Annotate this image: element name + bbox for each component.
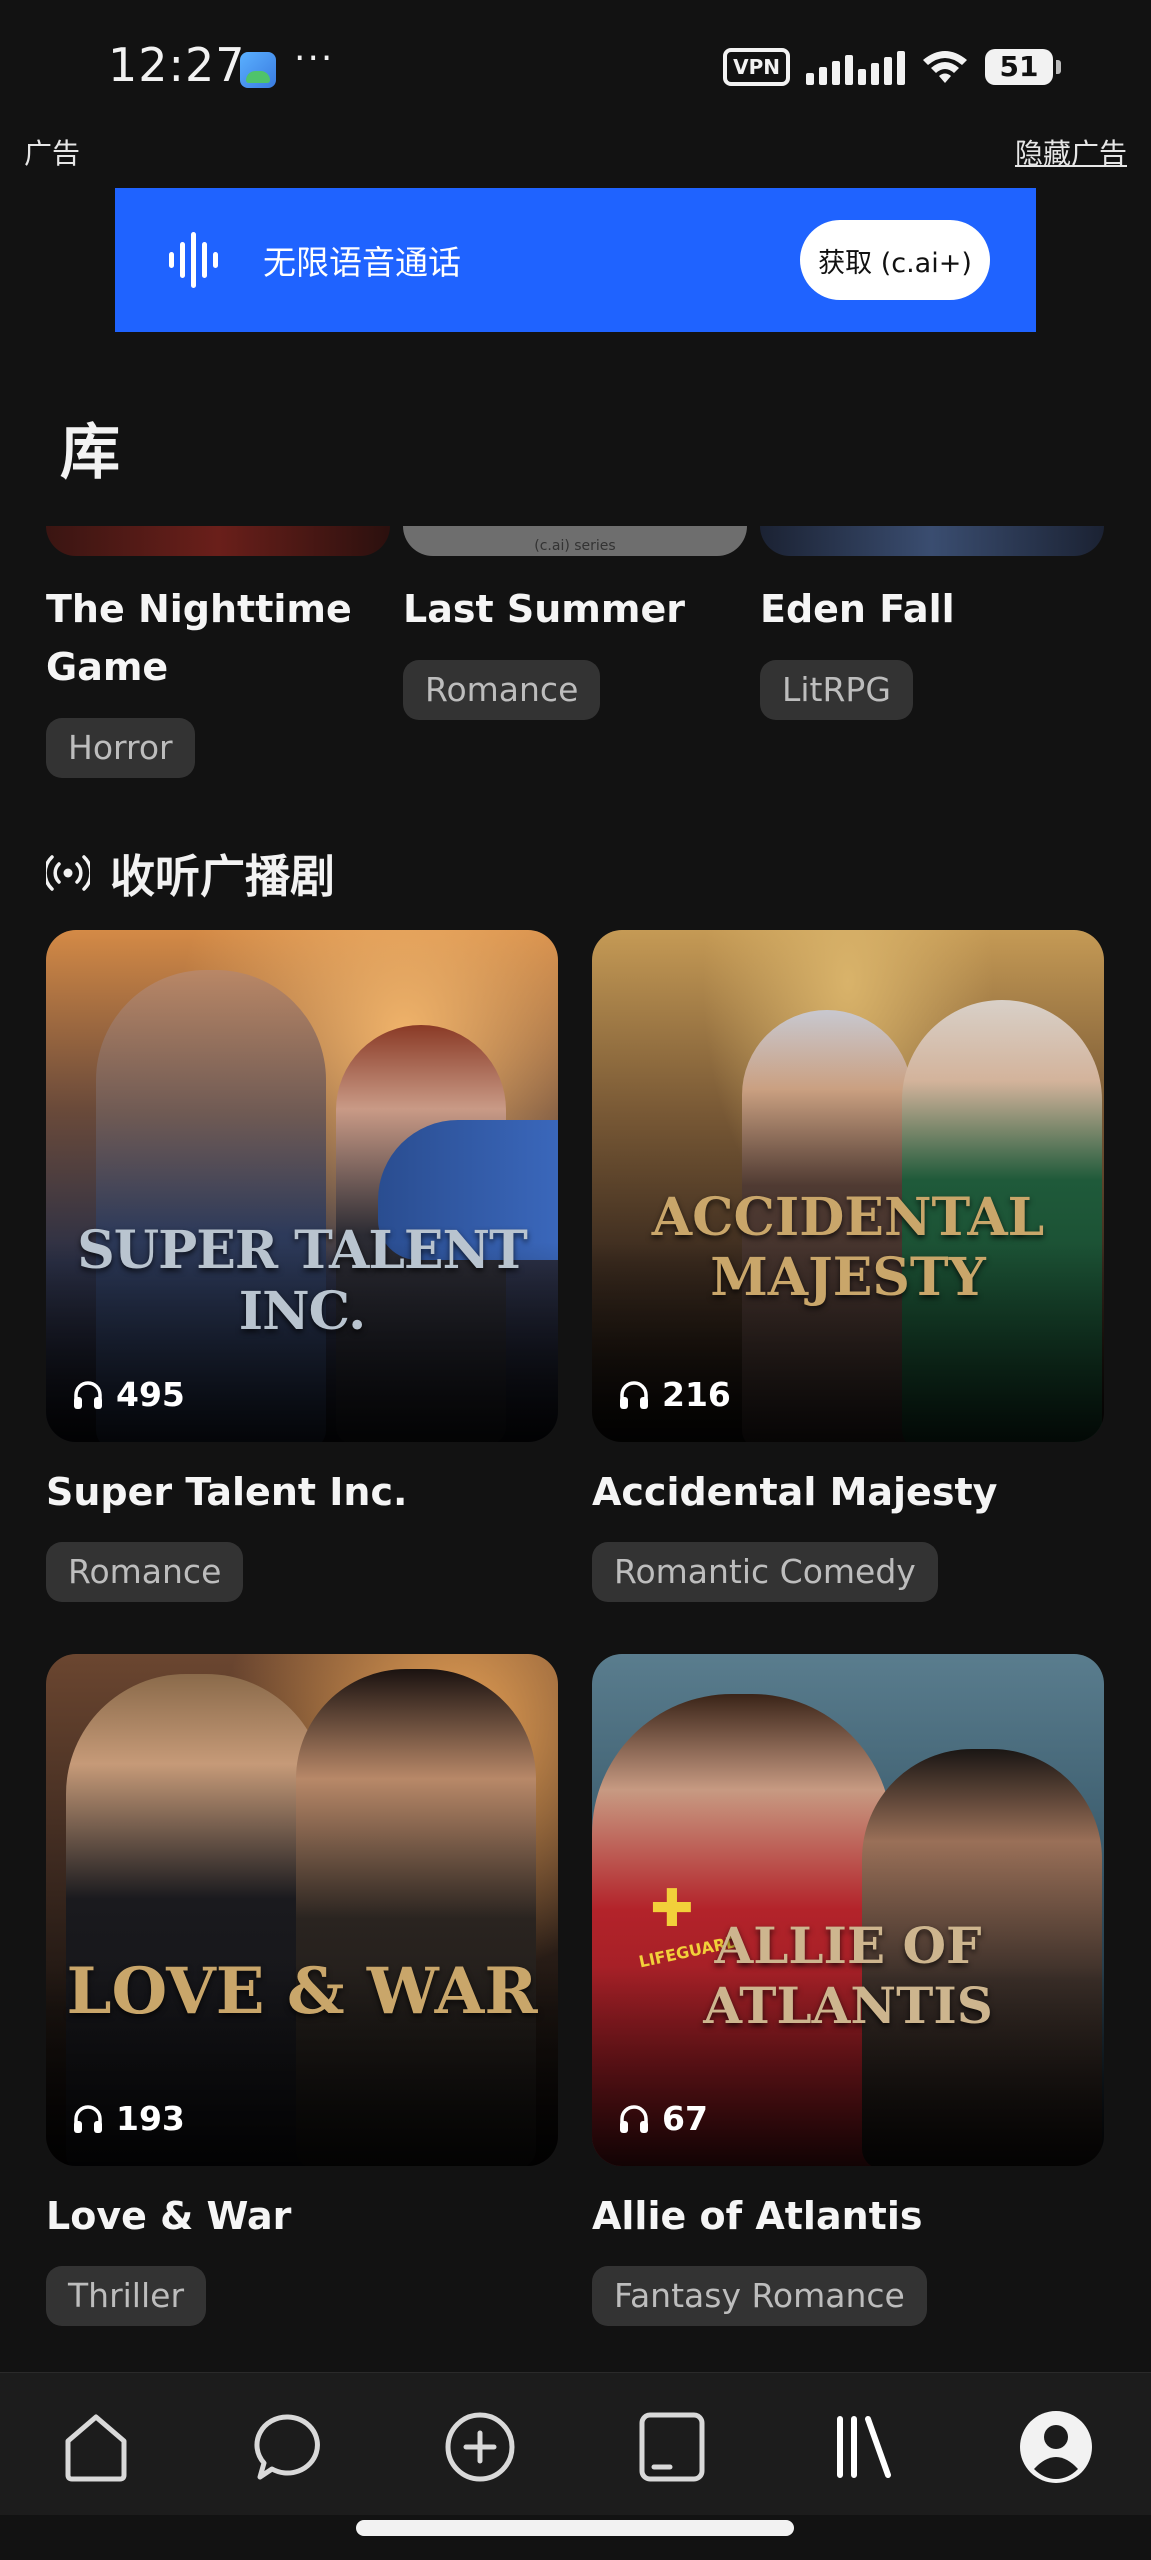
series-item[interactable]: Last Summer Romance	[403, 580, 733, 720]
drama-cover[interactable]: ACCIDENTAL MAJESTY 216	[592, 930, 1104, 1442]
cover-title-art: ACCIDENTAL MAJESTY	[651, 1187, 1045, 1308]
play-count-value: 193	[116, 2099, 185, 2138]
drama-card-love-and-war[interactable]: LOVE & WAR 193 Love & War Thriller	[46, 1654, 558, 2326]
section-title: 收听广播剧	[110, 850, 336, 903]
drama-cover[interactable]: LOVE & WAR 193	[46, 1654, 558, 2166]
drama-title: Love & War	[46, 2194, 292, 2238]
nav-create[interactable]	[442, 2409, 518, 2485]
nav-library[interactable]	[826, 2409, 902, 2485]
broadcast-icon	[46, 854, 90, 891]
genre-chip: Thriller	[46, 2266, 207, 2326]
headphones-icon	[74, 1380, 102, 1409]
ad-banner[interactable]: 无限语音通话 获取 (c.ai+)	[115, 188, 1036, 332]
drama-cover[interactable]: ✚ LIFEGUARD ALLIE OF ATLANTIS 67	[592, 1654, 1104, 2166]
more-notifications-icon: ···	[294, 38, 335, 79]
page-title: 库	[60, 418, 120, 488]
signal-icon	[806, 49, 905, 85]
genre-chip: LitRPG	[760, 660, 913, 720]
create-icon	[445, 2412, 515, 2482]
series-title: The Nighttime Game	[46, 587, 352, 689]
ad-label: 广告	[24, 137, 81, 170]
section-header: 收听广播剧	[46, 840, 335, 905]
profile-icon	[1020, 2411, 1092, 2483]
voice-wave-icon	[169, 232, 218, 288]
home-indicator[interactable]	[356, 2520, 794, 2536]
drama-card-accidental-majesty[interactable]: ACCIDENTAL MAJESTY 216 Accidental Majest…	[592, 930, 1104, 1602]
library-icon	[837, 2416, 891, 2478]
vpn-icon: VPN	[723, 48, 790, 86]
play-count: 67	[618, 2099, 708, 2138]
hide-ad-link[interactable]: 隐藏广告	[1015, 132, 1127, 172]
feed-icon	[639, 2412, 705, 2482]
series-title: Eden Fall	[760, 587, 955, 631]
status-bar: 12:27 ··· VPN 51	[0, 0, 1151, 130]
nav-home[interactable]	[58, 2409, 134, 2485]
ad-get-button[interactable]: 获取 (c.ai+)	[800, 220, 990, 300]
cover-title-art: SUPER TALENT INC.	[77, 1220, 528, 1342]
play-count: 216	[618, 1375, 731, 1414]
play-count: 193	[72, 2099, 185, 2138]
genre-chip: Romantic Comedy	[592, 1542, 938, 1602]
nav-chat[interactable]	[250, 2409, 326, 2485]
play-count-value: 495	[116, 1375, 185, 1414]
status-indicators: VPN 51	[723, 48, 1061, 86]
headphones-icon	[620, 2104, 648, 2133]
genre-chip: Romance	[46, 1542, 244, 1602]
nav-profile[interactable]	[1018, 2409, 1094, 2485]
play-count-value: 216	[662, 1375, 731, 1414]
bottom-nav	[0, 2372, 1151, 2515]
nav-feed[interactable]	[634, 2409, 710, 2485]
cover-the-nighttime-game[interactable]	[46, 526, 390, 556]
drama-card-allie-of-atlantis[interactable]: ✚ LIFEGUARD ALLIE OF ATLANTIS 67 Allie o…	[592, 1654, 1104, 2326]
drama-title: Super Talent Inc.	[46, 1470, 408, 1514]
drama-title: Allie of Atlantis	[592, 2194, 923, 2238]
ad-text: 无限语音通话	[263, 243, 461, 282]
gallery-app-icon	[240, 52, 276, 88]
wifi-icon	[923, 51, 967, 83]
home-icon	[65, 2414, 127, 2482]
cover-title-art: LOVE & WAR	[66, 1954, 538, 2029]
genre-chip: Horror	[46, 718, 195, 778]
headphones-icon	[74, 2104, 102, 2133]
cover-caption: (c.ai) series	[534, 538, 616, 554]
series-item[interactable]: Eden Fall LitRPG	[760, 580, 1090, 720]
drama-title: Accidental Majesty	[592, 1470, 998, 1514]
genre-chip: Romance	[403, 660, 601, 720]
chat-icon	[254, 2414, 320, 2480]
cover-eden-fall[interactable]	[760, 526, 1104, 556]
play-count-value: 67	[662, 2099, 708, 2138]
genre-chip: Fantasy Romance	[592, 2266, 927, 2326]
series-item[interactable]: The Nighttime Game Horror	[46, 580, 376, 778]
drama-card-super-talent-inc[interactable]: SUPER TALENT INC. 495 Super Talent Inc. …	[46, 930, 558, 1602]
cover-last-summer[interactable]: (c.ai) series	[403, 526, 747, 556]
play-count: 495	[72, 1375, 185, 1414]
battery-icon: 51	[985, 49, 1061, 85]
cover-title-art: ALLIE OF ATLANTIS	[703, 1916, 993, 2035]
series-title: Last Summer	[403, 587, 685, 631]
status-time: 12:27	[108, 38, 246, 92]
headphones-icon	[620, 1380, 648, 1409]
drama-cover[interactable]: SUPER TALENT INC. 495	[46, 930, 558, 1442]
